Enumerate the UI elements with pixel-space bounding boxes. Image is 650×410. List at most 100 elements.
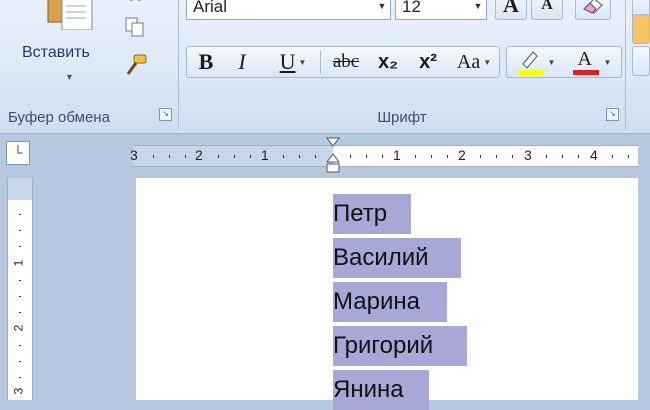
paste-dropdown-arrow[interactable]: ▼ <box>65 72 74 82</box>
change-case-dropdown-icon[interactable]: ▼ <box>483 58 491 67</box>
ruler-tick <box>628 155 629 158</box>
font-size-dropdown-icon[interactable]: ▼ <box>470 0 486 19</box>
ruler-tick <box>299 155 300 158</box>
subscript-button[interactable]: x₂ <box>370 46 406 78</box>
ruler-tick <box>19 312 21 313</box>
cut-icon[interactable] <box>124 0 146 10</box>
document-line[interactable]: Петр <box>333 194 411 234</box>
ruler-label: 3 <box>130 147 138 163</box>
ruler-tick <box>19 377 21 378</box>
ruler-tick <box>169 155 170 158</box>
ruler-tick <box>153 155 154 158</box>
clipboard-launcher-icon[interactable]: ↘ <box>159 108 172 121</box>
font-color-button[interactable]: A ▼ <box>564 46 618 78</box>
ribbon: Вставить ▼ Буфер обмена ↘ Arial ▼ 12 ▼ A… <box>0 0 650 134</box>
font-name-value: Arial <box>193 0 228 16</box>
strikethrough-button[interactable]: abc <box>326 46 366 78</box>
superscript-label: x² <box>419 50 437 73</box>
horizontal-ruler[interactable]: 3 2 1 1 2 3 4 <box>130 145 638 167</box>
indent-marker-icon[interactable] <box>325 136 341 176</box>
font-group-label: Шрифт <box>377 109 427 126</box>
ruler-tick <box>562 155 563 158</box>
ruler-tick <box>447 155 448 158</box>
vertical-ruler[interactable]: 1 2 3 <box>7 178 33 400</box>
ruler-tick <box>19 280 21 281</box>
clear-formatting-button[interactable] <box>575 0 611 20</box>
ruler-tick <box>19 230 21 231</box>
ruler-label: 1 <box>261 147 269 163</box>
ruler-label: 4 <box>590 147 598 163</box>
font-color-dropdown-icon[interactable]: ▼ <box>604 58 612 67</box>
ruler-tick <box>315 155 316 158</box>
document-line-text: Марина <box>333 288 420 315</box>
font-size-value: 12 <box>402 0 421 16</box>
underline-dropdown-icon[interactable]: ▼ <box>298 58 306 67</box>
separator <box>320 50 321 74</box>
document-line[interactable]: Янина <box>333 370 429 410</box>
copy-icon[interactable] <box>124 16 146 37</box>
ruler-tick <box>496 155 497 158</box>
ruler-tick <box>350 155 351 158</box>
paste-icon[interactable] <box>46 0 96 31</box>
ruler-label: 2 <box>458 147 466 163</box>
ruler-tick <box>480 155 481 158</box>
ruler-tick <box>234 155 235 158</box>
document-line[interactable]: Марина <box>333 282 447 322</box>
underline-label: U <box>279 49 296 74</box>
ruler-label: 1 <box>393 147 401 163</box>
shrink-font-label: A <box>541 0 553 13</box>
superscript-button[interactable]: x² <box>410 46 446 78</box>
ruler-label: 2 <box>11 324 26 332</box>
paragraph-group-edge <box>628 0 650 130</box>
eraser-icon <box>583 0 603 14</box>
ruler-tick <box>382 155 383 158</box>
font-size-combo[interactable]: 12 ▼ <box>395 0 487 20</box>
ruler-label: 3 <box>11 387 26 395</box>
ruler-left-margin <box>133 146 333 166</box>
subscript-label: x₂ <box>377 50 398 73</box>
underline-button[interactable]: U ▼ <box>272 46 314 78</box>
highlight-button[interactable]: ▼ <box>510 46 560 78</box>
ruler-tick <box>19 361 21 362</box>
ruler-tick <box>415 155 416 158</box>
font-color-swatch <box>572 70 599 75</box>
ruler-tick <box>612 155 613 158</box>
change-case-label: Aa <box>456 50 481 73</box>
ruler-tick <box>512 155 513 158</box>
document-line-text: Василий <box>333 244 429 271</box>
ruler-label: 3 <box>524 147 532 163</box>
ruler-tick <box>19 296 21 297</box>
ruler-tick <box>366 155 367 158</box>
document-line[interactable]: Василий <box>333 238 461 278</box>
font-name-dropdown-icon[interactable]: ▼ <box>374 0 390 19</box>
font-name-combo[interactable]: Arial ▼ <box>186 0 391 20</box>
shading-button[interactable] <box>632 46 650 76</box>
grow-font-button[interactable]: A <box>495 0 527 20</box>
ruler-tick <box>578 155 579 158</box>
clipboard-group-label: Буфер обмена <box>8 109 110 126</box>
clipboard-group: Вставить ▼ Буфер обмена ↘ <box>0 0 179 130</box>
italic-button[interactable]: I <box>230 46 254 78</box>
ruler-label: 2 <box>195 147 203 163</box>
font-launcher-icon[interactable]: ↘ <box>606 108 619 121</box>
ruler-tick <box>431 155 432 158</box>
shrink-font-button[interactable]: A <box>531 0 563 20</box>
document-line-text: Григорий <box>333 332 434 359</box>
ruler-tick <box>283 155 284 158</box>
tab-selector-button[interactable]: └ <box>6 141 30 165</box>
ruler-label: 1 <box>11 259 26 267</box>
strikethrough-label: abc <box>332 51 360 72</box>
document-line-text: Янина <box>333 376 404 403</box>
change-case-button[interactable]: Aa ▼ <box>450 46 498 78</box>
highlighter-icon <box>516 51 543 75</box>
highlight-dropdown-icon[interactable]: ▼ <box>548 58 556 67</box>
paste-button-label[interactable]: Вставить <box>22 44 90 62</box>
italic-label: I <box>238 49 246 74</box>
document-line[interactable]: Григорий <box>333 326 467 366</box>
bold-button[interactable]: B <box>192 46 220 78</box>
document-line-text: Петр <box>333 200 388 227</box>
align-left-button[interactable] <box>632 14 650 44</box>
grow-font-label: A <box>503 0 519 17</box>
format-painter-icon[interactable] <box>124 54 147 75</box>
ruler-tick <box>185 155 186 158</box>
